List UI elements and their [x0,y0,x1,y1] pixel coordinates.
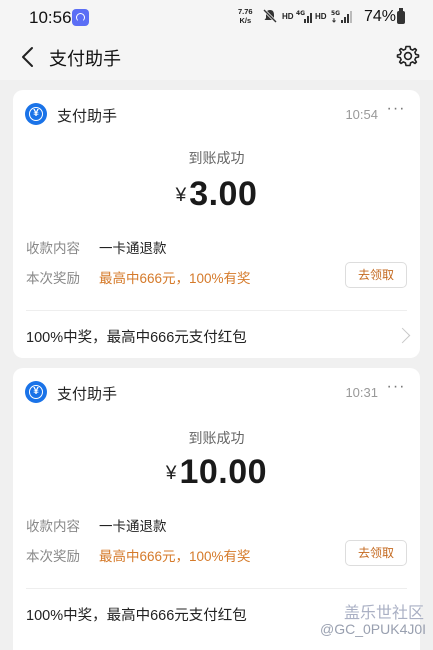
payment-status: 到账成功 [188,430,245,446]
signal-4g-icon: 4G [296,10,312,23]
notification-app-icon [72,9,89,26]
status-time: 10:56 [29,8,72,27]
signal-5g-icon: 5G [331,10,352,23]
battery-icon [397,8,405,24]
promo-link[interactable]: 100%中奖，最高中666元支付红包 [26,326,247,347]
reward-value: 最高中666元，100%有奖 [99,549,251,564]
chevron-right-icon [394,327,411,344]
network-speed-value: 7.76 [238,7,253,16]
currency-symbol: ¥ [175,185,187,206]
payment-amount: ¥3.00 [13,175,420,214]
amount-value: 3.00 [189,175,258,213]
divider [26,588,407,589]
reward-label: 本次奖励 [26,271,80,286]
content-value: 一卡通退款 [99,241,167,256]
currency-symbol: ¥ [165,463,177,484]
divider [26,310,407,311]
network-speed: 7.76 K/s [238,7,253,25]
settings-button[interactable] [394,42,422,70]
page-title: 支付助手 [49,49,121,69]
message-card: ¥ 支付助手 10:54 ··· 到账成功 ¥3.00 收款内容 一卡通退款 本… [13,90,420,358]
watermark-user: @GC_0PUK4J0I [320,621,427,637]
content-label: 收款内容 [26,519,80,534]
sender-name: 支付助手 [57,108,118,125]
sender-name: 支付助手 [57,386,118,403]
app-header: 支付助手 [0,34,433,80]
amount-value: 10.00 [179,453,268,491]
svg-text:4G: 4G [296,10,305,17]
hd-badge-2: HD [315,12,327,21]
svg-text:5G: 5G [331,10,340,17]
payment-status: 到账成功 [188,150,245,166]
content-label: 收款内容 [26,241,80,256]
yuan-logo-icon: ¥ [25,381,47,403]
battery-percent: 74% [364,8,397,25]
gear-icon [396,45,420,67]
network-speed-unit: K/s [239,16,252,25]
payment-amount: ¥10.00 [13,453,420,492]
hd-badge: HD [282,12,294,21]
watermark-community: 盖乐世社区 [344,605,425,622]
reward-value: 最高中666元，100%有奖 [99,271,251,286]
message-time: 10:54 [345,107,378,122]
status-bar: 10:56 7.76 K/s HD 4G HD 5G 74% [0,0,433,34]
promo-link[interactable]: 100%中奖，最高中666元支付红包 [26,604,247,625]
reward-label: 本次奖励 [26,549,80,564]
yuan-logo-icon: ¥ [25,103,47,125]
claim-button[interactable]: 去领取 [345,540,407,566]
claim-button[interactable]: 去领取 [345,262,407,288]
content-value: 一卡通退款 [99,519,167,534]
more-options-button[interactable]: ··· [386,379,406,400]
more-options-button[interactable]: ··· [386,101,406,122]
mute-icon [262,8,278,24]
chevron-left-icon [22,47,33,67]
back-button[interactable] [12,40,42,74]
message-time: 10:31 [345,385,378,400]
